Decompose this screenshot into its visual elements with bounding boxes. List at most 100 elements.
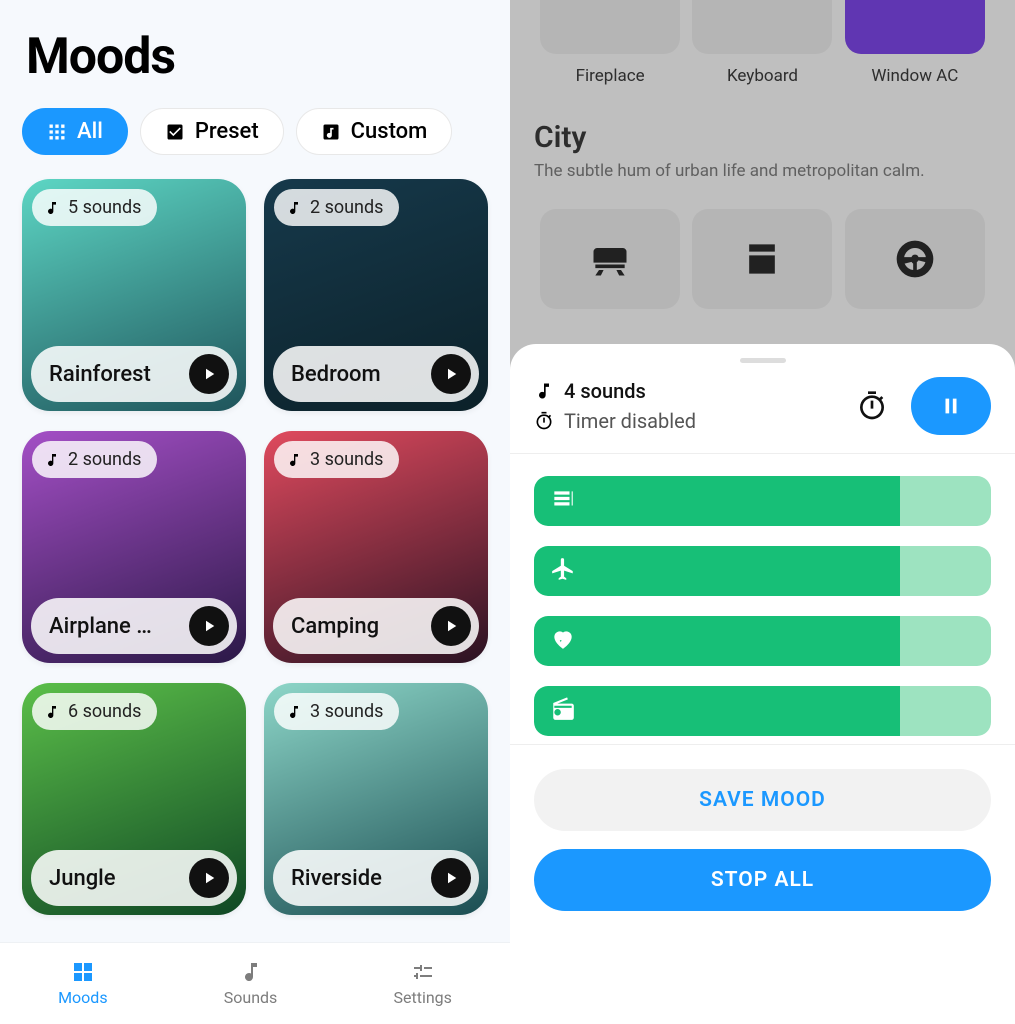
- filter-custom[interactable]: Custom: [296, 108, 453, 155]
- sheet-header: 4 sounds Timer disabled: [510, 377, 1015, 454]
- save-mood-button[interactable]: SAVE MOOD: [534, 769, 991, 831]
- nav-sounds[interactable]: Sounds: [224, 960, 278, 1007]
- now-playing-sheet: 4 sounds Timer disabled: [510, 344, 1015, 1024]
- filter-label: Preset: [195, 119, 259, 144]
- sounds-count: 3 sounds: [310, 701, 383, 722]
- timer-status: Timer disabled: [564, 409, 696, 433]
- pause-button[interactable]: [911, 377, 991, 435]
- mood-card[interactable]: 3 sounds Camping: [264, 431, 488, 663]
- play-button[interactable]: [431, 606, 471, 646]
- radio-icon: [550, 696, 576, 726]
- mood-card[interactable]: 5 sounds Rainforest: [22, 179, 246, 411]
- sounds-count: 3 sounds: [310, 449, 383, 470]
- sounds-count: 5 sounds: [68, 197, 141, 218]
- volume-slider[interactable]: [534, 476, 991, 526]
- pause-icon: [940, 395, 962, 417]
- sounds-count-row: 4 sounds: [534, 379, 696, 403]
- sounds-screen: Fireplace Keyboard Window AC City The su…: [510, 0, 1015, 1024]
- button-label: STOP ALL: [711, 868, 814, 892]
- filter-label: All: [77, 119, 103, 144]
- note-icon: [44, 452, 60, 468]
- stop-all-button[interactable]: STOP ALL: [534, 849, 991, 911]
- mood-name: Riverside: [291, 866, 382, 891]
- mood-card[interactable]: 2 sounds Bedroom: [264, 179, 488, 411]
- filter-row: All Preset Custom: [0, 100, 510, 171]
- sounds-badge: 5 sounds: [32, 189, 157, 226]
- slider-fill: [534, 686, 900, 736]
- mood-name: Rainforest: [49, 362, 151, 387]
- bottom-nav: Moods Sounds Settings: [0, 942, 510, 1024]
- sheet-handle[interactable]: [740, 358, 786, 363]
- volume-sliders: [510, 454, 1015, 745]
- sounds-badge: 6 sounds: [32, 693, 157, 730]
- check-box-icon: [165, 122, 185, 142]
- sheet-footer: SAVE MOOD STOP ALL: [510, 745, 1015, 941]
- sounds-badge: 2 sounds: [274, 189, 399, 226]
- card-title-bar: Airplane …: [31, 598, 237, 654]
- play-icon: [200, 365, 218, 383]
- note-icon: [534, 381, 554, 401]
- mood-card[interactable]: 6 sounds Jungle: [22, 683, 246, 915]
- note-icon: [44, 200, 60, 216]
- page-title: Moods: [0, 0, 510, 100]
- nav-label: Settings: [393, 988, 451, 1007]
- note-box-icon: [321, 122, 341, 142]
- sheet-meta: 4 sounds Timer disabled: [534, 379, 696, 433]
- note-icon: [286, 704, 302, 720]
- card-title-bar: Rainforest: [31, 346, 237, 402]
- sounds-badge: 2 sounds: [32, 441, 157, 478]
- note-icon: [286, 200, 302, 216]
- mood-name: Airplane …: [49, 614, 152, 639]
- play-icon: [442, 869, 460, 887]
- timer-button[interactable]: [851, 385, 893, 427]
- play-button[interactable]: [189, 858, 229, 898]
- stopwatch-icon: [534, 411, 554, 431]
- note-icon: [44, 704, 60, 720]
- moods-grid: 5 sounds Rainforest 2 sounds Bedroom 2 s…: [0, 171, 510, 942]
- sounds-count: 6 sounds: [68, 701, 141, 722]
- card-title-bar: Camping: [273, 598, 479, 654]
- timer-status-row: Timer disabled: [534, 409, 696, 433]
- filter-all[interactable]: All: [22, 108, 128, 155]
- nav-settings[interactable]: Settings: [393, 960, 451, 1007]
- volume-slider[interactable]: [534, 616, 991, 666]
- mood-card[interactable]: 2 sounds Airplane …: [22, 431, 246, 663]
- note-icon: [286, 452, 302, 468]
- card-title-bar: Riverside: [273, 850, 479, 906]
- card-title-bar: Bedroom: [273, 346, 479, 402]
- volume-slider[interactable]: [534, 546, 991, 596]
- filter-label: Custom: [351, 119, 428, 144]
- sounds-count: 2 sounds: [68, 449, 141, 470]
- stack-icon: [550, 486, 576, 516]
- play-button[interactable]: [431, 354, 471, 394]
- mood-name: Bedroom: [291, 362, 381, 387]
- play-button[interactable]: [189, 354, 229, 394]
- card-title-bar: Jungle: [31, 850, 237, 906]
- sounds-badge: 3 sounds: [274, 441, 399, 478]
- play-icon: [442, 365, 460, 383]
- play-icon: [442, 617, 460, 635]
- slider-fill: [534, 616, 900, 666]
- slider-fill: [534, 476, 900, 526]
- nav-moods[interactable]: Moods: [58, 960, 108, 1007]
- slider-fill: [534, 546, 900, 596]
- note-icon: [239, 960, 263, 984]
- moods-screen: Moods All Preset Custom 5 sounds Rainfor…: [0, 0, 510, 1024]
- grid-icon: [47, 122, 67, 142]
- volume-slider[interactable]: [534, 686, 991, 736]
- grid-large-icon: [71, 960, 95, 984]
- play-icon: [200, 869, 218, 887]
- nav-label: Sounds: [224, 988, 278, 1007]
- sounds-count: 4 sounds: [564, 379, 646, 403]
- play-button[interactable]: [431, 858, 471, 898]
- button-label: SAVE MOOD: [699, 788, 826, 812]
- stopwatch-icon: [856, 390, 888, 422]
- sounds-count: 2 sounds: [310, 197, 383, 218]
- filter-preset[interactable]: Preset: [140, 108, 284, 155]
- mood-name: Jungle: [49, 866, 116, 891]
- plane-icon: [550, 556, 576, 586]
- nav-label: Moods: [58, 988, 108, 1007]
- mood-card[interactable]: 3 sounds Riverside: [264, 683, 488, 915]
- sounds-badge: 3 sounds: [274, 693, 399, 730]
- play-button[interactable]: [189, 606, 229, 646]
